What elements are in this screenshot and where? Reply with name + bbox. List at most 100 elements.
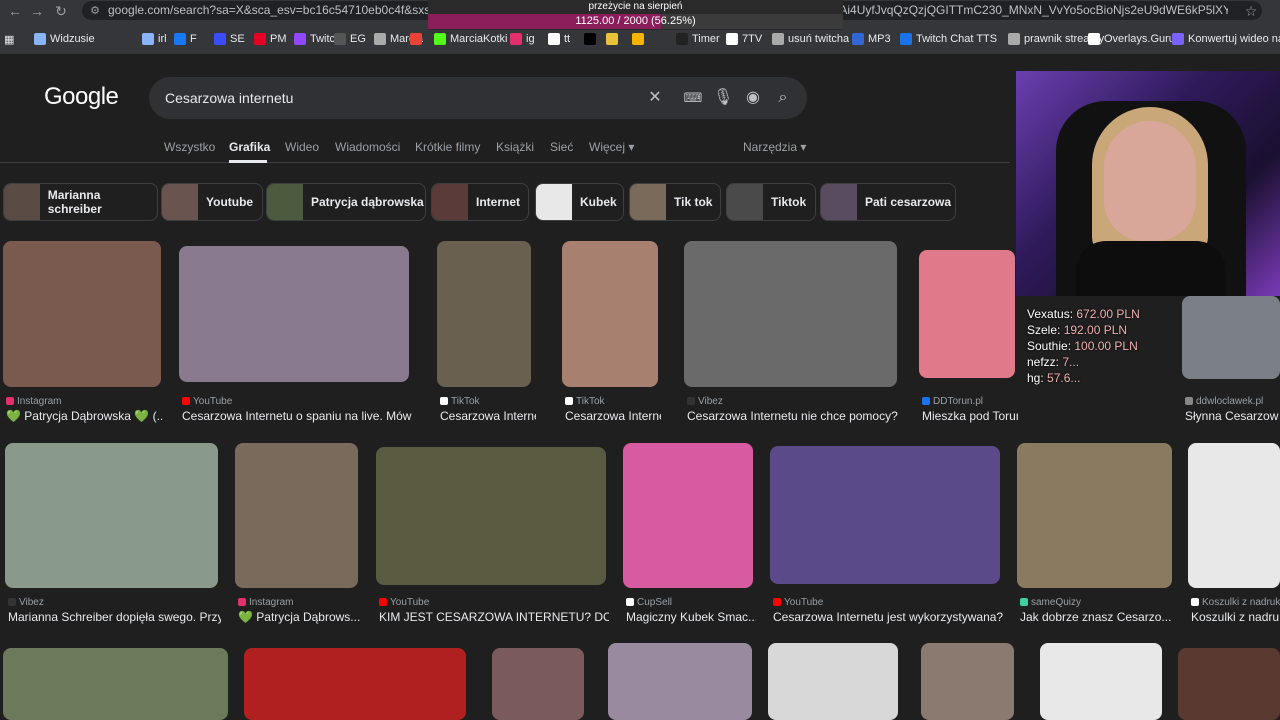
result-thumbnail[interactable]	[3, 648, 228, 720]
bookmark-item[interactable]	[606, 33, 622, 45]
result-thumbnail[interactable]	[5, 443, 218, 588]
forward-icon[interactable]: →	[28, 2, 46, 20]
related-chip[interactable]: Kubek	[535, 183, 624, 221]
result-caption[interactable]: Słynna Cesarzowa I...	[1185, 409, 1279, 423]
result-thumbnail[interactable]	[244, 648, 466, 720]
result-source[interactable]: YouTube	[773, 597, 823, 608]
reload-icon[interactable]: ↻	[52, 2, 70, 20]
result-thumbnail[interactable]	[921, 643, 1014, 720]
back-icon[interactable]: ←	[6, 2, 24, 20]
tab-więcej[interactable]: Więcej ▾	[589, 140, 634, 154]
result-source[interactable]: DDTorun.pl	[922, 396, 983, 407]
result-thumbnail[interactable]	[235, 443, 358, 588]
result-caption[interactable]: Cesarzowa Interne...	[440, 409, 536, 423]
result-caption[interactable]: Cesarzowa Interne...	[565, 409, 661, 423]
result-caption[interactable]: Magiczny Kubek Smac...	[626, 610, 756, 624]
bookmark-item[interactable]: Overlays.Guru	[1088, 33, 1175, 45]
result-thumbnail[interactable]	[492, 648, 584, 720]
result-caption[interactable]: Mieszka pod Toruniem i nazywa się Cesarz…	[922, 409, 1018, 423]
bookmark-item[interactable]: EG	[334, 33, 366, 45]
site-info-icon[interactable]: ⚙	[86, 2, 104, 20]
tab-sieć[interactable]: Sieć	[550, 140, 573, 154]
result-thumbnail[interactable]	[770, 446, 1000, 584]
result-thumbnail[interactable]	[608, 643, 752, 720]
result-source[interactable]: CupSell	[626, 597, 672, 608]
result-source[interactable]: TikTok	[440, 396, 480, 407]
result-source[interactable]: Koszulki z nadruki...	[1191, 597, 1280, 608]
result-caption[interactable]: KIM JEST CESARZOWA INTERNETU? DO...	[379, 610, 609, 624]
google-logo[interactable]: Google	[44, 83, 119, 111]
search-icon[interactable]: ⌕	[773, 88, 793, 108]
bookmark-item[interactable]: Konwertuj wideo na...	[1172, 33, 1280, 45]
keyboard-icon[interactable]: ⌨	[683, 88, 703, 108]
related-chip[interactable]: Marianna schreiber	[3, 183, 158, 221]
result-caption[interactable]: 💚 Patrycja Dąbrowska 💚 (...	[6, 409, 164, 423]
result-source[interactable]: Instagram	[6, 396, 61, 407]
result-source[interactable]: Vibez	[8, 597, 44, 608]
tab-krótkie-filmy[interactable]: Krótkie filmy	[415, 140, 480, 154]
result-caption[interactable]: Marianna Schreiber dopięła swego. Przy..…	[8, 610, 221, 624]
bookmark-item[interactable]: Twitch Chat TTS	[900, 33, 997, 45]
tab-wiadomości[interactable]: Wiadomości	[335, 140, 400, 154]
bookmark-item[interactable]: 7TV	[726, 33, 762, 45]
result-source[interactable]: Vibez	[687, 396, 723, 407]
bookmark-item[interactable]: MP3	[852, 33, 891, 45]
related-chip[interactable]: Internet	[431, 183, 529, 221]
result-thumbnail[interactable]	[1182, 296, 1280, 379]
result-source[interactable]: sameQuizy	[1020, 597, 1081, 608]
result-caption[interactable]: Cesarzowa Internetu nie chce pomocy? ...	[687, 409, 900, 423]
result-caption[interactable]: Cesarzowa Internetu jest wykorzystywana?…	[773, 610, 1003, 624]
bookmark-item[interactable]: Timer	[676, 33, 720, 45]
bookmark-item[interactable]: ig	[510, 33, 535, 45]
bookmark-item[interactable]	[410, 33, 426, 45]
microphone-icon[interactable]: 🎙	[713, 88, 733, 108]
result-thumbnail[interactable]	[1188, 443, 1280, 588]
tab-wideo[interactable]: Wideo	[285, 140, 319, 154]
result-thumbnail[interactable]	[376, 447, 606, 585]
bookmark-item[interactable]	[584, 33, 600, 45]
lens-icon[interactable]: ◉	[743, 88, 763, 108]
result-thumbnail[interactable]	[919, 250, 1015, 378]
bookmark-star-icon[interactable]: ☆	[1242, 2, 1260, 20]
result-caption[interactable]: Cesarzowa Internetu o spaniu na live. Mó…	[182, 409, 412, 423]
clear-icon[interactable]: ✕	[645, 88, 665, 108]
bookmark-item[interactable]: tt	[548, 33, 570, 45]
bookmark-item[interactable]: F	[174, 33, 197, 45]
related-chip[interactable]: Youtube	[161, 183, 263, 221]
result-thumbnail[interactable]	[768, 643, 898, 720]
related-chip[interactable]: Tik tok	[629, 183, 721, 221]
related-chip[interactable]: Tiktok	[726, 183, 816, 221]
result-caption[interactable]: Jak dobrze znasz Cesarzo...	[1020, 610, 1171, 624]
result-source[interactable]: ddwloclawek.pl	[1185, 396, 1263, 407]
bookmark-item[interactable]: PM	[254, 33, 287, 45]
result-source[interactable]: TikTok	[565, 396, 605, 407]
tab-wszystko[interactable]: Wszystko	[164, 140, 215, 154]
result-thumbnail[interactable]	[684, 241, 897, 387]
search-input[interactable]: Cesarzowa internetu	[165, 90, 293, 106]
result-thumbnail[interactable]	[437, 241, 531, 387]
result-thumbnail[interactable]	[562, 241, 658, 387]
bookmark-item[interactable]: irl	[142, 33, 167, 45]
result-source[interactable]: YouTube	[379, 597, 429, 608]
result-thumbnail[interactable]	[1017, 443, 1172, 588]
apps-grid-icon[interactable]: ▦	[4, 33, 14, 46]
bookmark-item[interactable]	[632, 33, 648, 45]
result-thumbnail[interactable]	[3, 241, 161, 387]
result-caption[interactable]: 💚 Patrycja Dąbrows...	[238, 610, 360, 624]
bookmark-item[interactable]: Widzusie	[34, 33, 95, 45]
tab-książki[interactable]: Książki	[496, 140, 534, 154]
search-box[interactable]: Cesarzowa internetu ✕ ⌨ 🎙 ◉ ⌕	[149, 77, 807, 119]
result-thumbnail[interactable]	[1040, 643, 1162, 720]
bookmark-item[interactable]: MarciaKotki	[434, 33, 507, 45]
result-caption[interactable]: Koszulki z nadruki...	[1191, 610, 1279, 624]
bookmark-item[interactable]: SE	[214, 33, 245, 45]
tab-grafika[interactable]: Grafika	[229, 140, 270, 154]
result-thumbnail[interactable]	[623, 443, 753, 588]
tab-narzędzia[interactable]: Narzędzia ▾	[743, 140, 806, 154]
related-chip[interactable]: Patrycja dąbrowska	[266, 183, 426, 221]
result-thumbnail[interactable]	[179, 246, 409, 382]
result-source[interactable]: YouTube	[182, 396, 232, 407]
bookmark-item[interactable]: usuń twitcha	[772, 33, 849, 45]
result-thumbnail[interactable]	[1178, 648, 1280, 720]
result-source[interactable]: Instagram	[238, 597, 293, 608]
